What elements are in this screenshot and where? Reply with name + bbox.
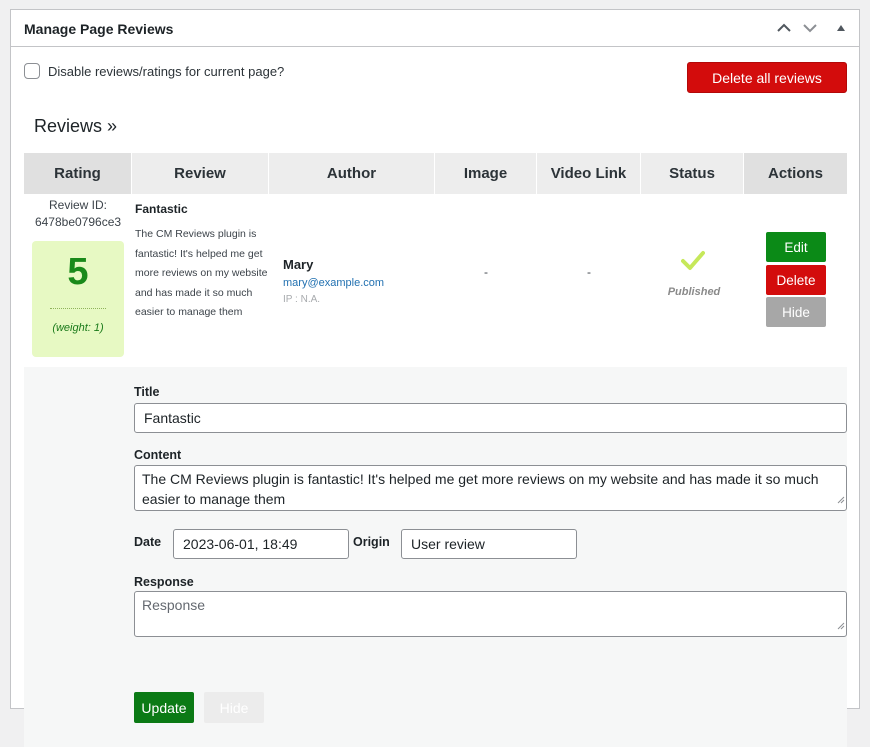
rating-divider [50,308,106,309]
author-name: Mary [283,257,314,272]
status-badge: Published [667,286,721,298]
chevron-up-icon[interactable] [774,18,794,38]
disable-reviews-checkbox[interactable] [24,63,40,79]
date-input[interactable]: 2023-06-01, 18:49 [173,529,349,559]
column-actions: Actions [744,153,847,194]
manage-reviews-panel: Manage Page Reviews Disable reviews/rati… [10,9,860,747]
column-rating: Rating [24,153,132,194]
review-id-label: Review ID: [48,198,107,212]
content-text: The CM Reviews plugin is fantastic! It's… [142,471,819,507]
review-image: - [484,265,488,279]
edit-button[interactable]: Edit [766,232,826,262]
disable-reviews-label: Disable reviews/ratings for current page… [48,63,285,79]
column-video-link: Video Link [537,153,641,194]
content-label: Content [134,448,182,462]
origin-label: Origin [353,535,390,549]
resize-handle-icon[interactable] [837,615,845,635]
review-edit-form: Title Fantastic Content The CM Reviews p… [24,367,847,747]
table-header: Rating Review Author Image Video Link St… [24,153,847,194]
review-id: Review ID: 6478be0796ce3 [24,197,132,231]
column-author: Author [269,153,435,194]
delete-button[interactable]: Delete [766,265,826,295]
review-video-link: - [587,265,591,279]
form-hide-button[interactable]: Hide [204,692,264,723]
review-id-value: 6478be0796ce3 [34,215,122,229]
update-button[interactable]: Update [134,692,194,723]
disable-reviews-option[interactable]: Disable reviews/ratings for current page… [24,63,284,79]
response-textarea[interactable]: Response [134,591,847,637]
content-textarea[interactable]: The CM Reviews plugin is fantastic! It's… [134,465,847,511]
reviews-table: Rating Review Author Image Video Link St… [24,153,847,367]
delete-all-reviews-button[interactable]: Delete all reviews [687,62,847,93]
rating-weight: (weight: 1) [52,322,104,334]
rating-badge: 5 (weight: 1) [32,241,124,357]
chevron-down-icon[interactable] [800,18,820,38]
panel-header: Manage Page Reviews [11,10,859,47]
checkmark-icon [681,250,705,277]
triangle-up-icon[interactable] [831,18,851,38]
table-row: Review ID: 6478be0796ce3 5 (weight: 1) F… [24,194,847,367]
hide-button[interactable]: Hide [766,297,826,327]
column-image: Image [435,153,537,194]
column-status: Status [641,153,744,194]
response-label: Response [134,575,194,589]
title-input[interactable]: Fantastic [134,403,847,433]
resize-handle-icon[interactable] [837,489,845,509]
review-text: The CM Reviews plugin is fantastic! It's… [135,228,268,318]
date-label: Date [134,535,162,549]
panel-title: Manage Page Reviews [24,21,174,37]
author-ip: IP : N.A. [283,294,321,305]
origin-input[interactable]: User review [401,529,577,559]
response-placeholder: Response [142,597,206,613]
rating-score: 5 [67,251,89,293]
title-label: Title [134,385,160,399]
column-review: Review [132,153,269,194]
author-email[interactable]: mary@example.com [283,277,384,289]
reviews-heading: Reviews » [34,116,118,136]
review-title: Fantastic [135,202,188,216]
